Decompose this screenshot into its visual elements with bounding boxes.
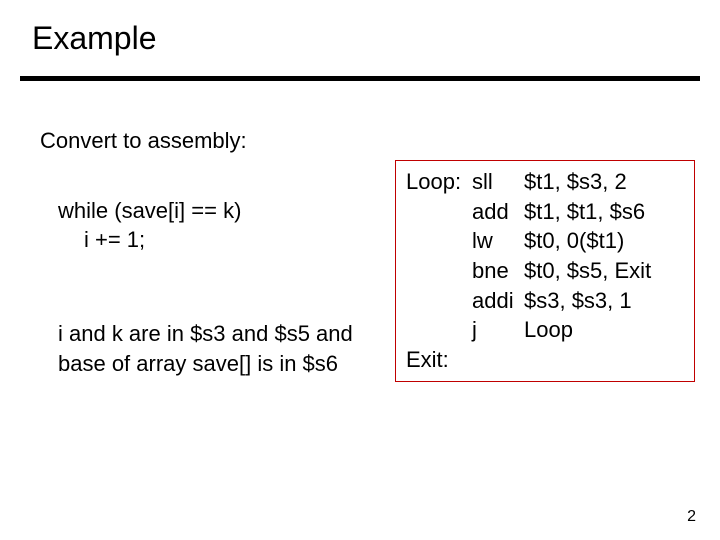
slide: Example Convert to assembly: while (save… xyxy=(0,0,720,540)
note-line-1: i and k are in $s3 and $s5 and xyxy=(40,319,385,349)
divider xyxy=(20,76,700,81)
asm-op: j xyxy=(472,315,524,345)
asm-op: lw xyxy=(472,226,524,256)
slide-title: Example xyxy=(32,20,157,57)
asm-op: bne xyxy=(472,256,524,286)
asm-row: lw $t0, 0($t1) xyxy=(406,226,684,256)
page-number: 2 xyxy=(687,508,696,526)
asm-row: Exit: xyxy=(406,345,684,375)
asm-args: Loop xyxy=(524,315,684,345)
asm-args: $t0, 0($t1) xyxy=(524,226,684,256)
asm-row: j Loop xyxy=(406,315,684,345)
asm-op xyxy=(472,345,524,375)
convert-line: Convert to assembly: xyxy=(40,126,385,156)
asm-label: Loop: xyxy=(406,167,472,197)
asm-row: addi $s3, $s3, 1 xyxy=(406,286,684,316)
assembly-box: Loop: sll $t1, $s3, 2 add $t1, $t1, $s6 … xyxy=(395,160,695,382)
asm-label: Exit: xyxy=(406,345,472,375)
asm-op: addi xyxy=(472,286,524,316)
asm-args: $t1, $s3, 2 xyxy=(524,167,684,197)
while-line: while (save[i] == k) xyxy=(40,196,385,226)
asm-label xyxy=(406,197,472,227)
asm-args: $t1, $t1, $s6 xyxy=(524,197,684,227)
asm-row: Loop: sll $t1, $s3, 2 xyxy=(406,167,684,197)
asm-op: sll xyxy=(472,167,524,197)
asm-label xyxy=(406,315,472,345)
asm-label xyxy=(406,256,472,286)
left-column: Convert to assembly: while (save[i] == k… xyxy=(40,126,385,378)
asm-row: add $t1, $t1, $s6 xyxy=(406,197,684,227)
increment-line: i += 1; xyxy=(40,225,385,255)
asm-args xyxy=(524,345,684,375)
asm-row: bne $t0, $s5, Exit xyxy=(406,256,684,286)
note-line-2: base of array save[] is in $s6 xyxy=(40,349,385,379)
asm-label xyxy=(406,286,472,316)
asm-args: $s3, $s3, 1 xyxy=(524,286,684,316)
asm-args: $t0, $s5, Exit xyxy=(524,256,684,286)
asm-label xyxy=(406,226,472,256)
asm-op: add xyxy=(472,197,524,227)
